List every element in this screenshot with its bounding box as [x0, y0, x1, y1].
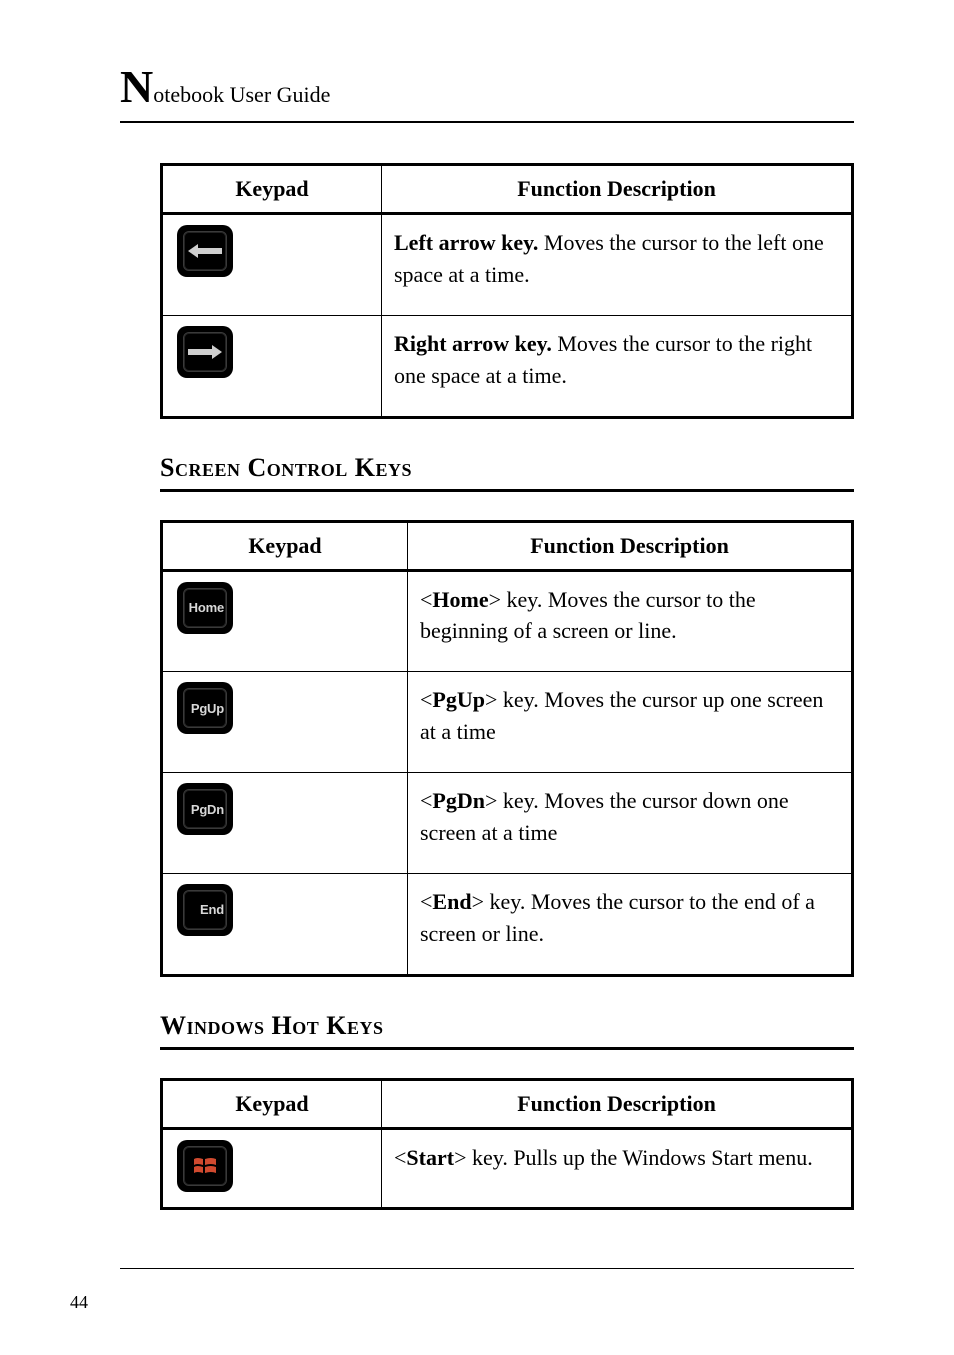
running-header: Notebook User Guide: [120, 60, 854, 123]
section-heading-screen: Screen Control Keys: [160, 453, 854, 492]
table-row: Home <Home> key. Moves the cursor to the…: [162, 570, 853, 672]
pgup-key-desc: <PgUp> key. Moves the cursor up one scre…: [408, 672, 853, 773]
pgup-key-icon: PgUp: [177, 682, 233, 734]
arrow-keys-table: Keypad Function Description Left arrow k…: [160, 163, 854, 419]
col-desc: Function Description: [382, 165, 853, 214]
right-arrow-key-icon: [177, 326, 233, 378]
header-big-letter: N: [120, 61, 153, 112]
table-row: PgUp <PgUp> key. Moves the cursor up one…: [162, 672, 853, 773]
header-rest: otebook User Guide: [153, 82, 330, 107]
end-key-desc: <End> key. Moves the cursor to the end o…: [408, 873, 853, 975]
pgdn-key-desc: <PgDn> key. Moves the cursor down one sc…: [408, 773, 853, 874]
left-arrow-desc: Left arrow key. Moves the cursor to the …: [382, 214, 853, 316]
table-row: <Start> key. Pulls up the Windows Start …: [162, 1128, 853, 1208]
col-keypad: Keypad: [162, 521, 408, 570]
home-key-desc: <Home> key. Moves the cursor to the begi…: [408, 570, 853, 672]
home-key-icon: Home: [177, 582, 233, 634]
footer-rule: [120, 1268, 854, 1269]
windows-key-icon: [177, 1140, 233, 1192]
pgdn-key-icon: PgDn: [177, 783, 233, 835]
col-keypad: Keypad: [162, 1079, 382, 1128]
screen-keys-table: Keypad Function Description Home <Home> …: [160, 520, 854, 977]
windows-keys-table: Keypad Function Description: [160, 1078, 854, 1210]
col-desc: Function Description: [408, 521, 853, 570]
table-row: Right arrow key. Moves the cursor to the…: [162, 315, 853, 417]
left-arrow-key-icon: [177, 225, 233, 277]
col-desc: Function Description: [382, 1079, 853, 1128]
end-key-icon: End: [177, 884, 233, 936]
section-heading-windows: Windows Hot Keys: [160, 1011, 854, 1050]
table-row: End <End> key. Moves the cursor to the e…: [162, 873, 853, 975]
page-number: 44: [70, 1292, 88, 1313]
right-arrow-desc: Right arrow key. Moves the cursor to the…: [382, 315, 853, 417]
table-row: PgDn <PgDn> key. Moves the cursor down o…: [162, 773, 853, 874]
start-key-desc: <Start> key. Pulls up the Windows Start …: [382, 1128, 853, 1208]
table-row: Left arrow key. Moves the cursor to the …: [162, 214, 853, 316]
col-keypad: Keypad: [162, 165, 382, 214]
